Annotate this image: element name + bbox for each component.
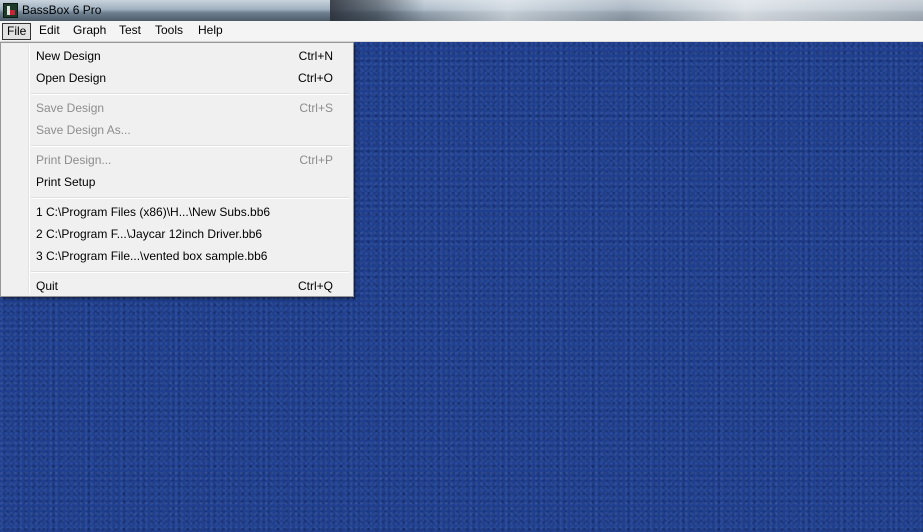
menu-item-quit[interactable]: Quit Ctrl+Q [3, 275, 351, 297]
menu-help[interactable]: Help [194, 23, 227, 40]
menu-item-save-design[interactable]: Save Design Ctrl+S [3, 97, 351, 119]
menu-item-label: Print Design... [36, 153, 112, 167]
menu-item-label: Quit [36, 279, 59, 293]
menu-item-label: 1 C:\Program Files (x86)\H...\New Subs.b… [36, 205, 271, 219]
menu-item-open-design[interactable]: Open Design Ctrl+O [3, 67, 351, 89]
window-title: BassBox 6 Pro [22, 3, 102, 17]
menu-item-label: Save Design [36, 101, 105, 115]
menu-item-shortcut: Ctrl+O [297, 71, 333, 85]
title-bar-background [330, 0, 923, 21]
menu-item-shortcut: Ctrl+S [299, 101, 333, 115]
menu-test[interactable]: Test [115, 23, 145, 40]
menu-item-shortcut: Ctrl+N [298, 49, 333, 63]
menu-item-save-design-as[interactable]: Save Design As... [3, 119, 351, 141]
title-bar: BassBox 6 Pro [0, 0, 923, 21]
menu-edit[interactable]: Edit [35, 23, 64, 40]
menu-separator [31, 197, 349, 199]
menu-item-new-design[interactable]: New Design Ctrl+N [3, 45, 351, 67]
menu-item-recent-file-3[interactable]: 3 C:\Program File...\vented box sample.b… [3, 245, 351, 267]
menu-file[interactable]: File [2, 23, 32, 40]
menu-tools[interactable]: Tools [151, 23, 187, 40]
menu-item-print-setup[interactable]: Print Setup [3, 171, 351, 193]
menu-item-recent-file-1[interactable]: 1 C:\Program Files (x86)\H...\New Subs.b… [3, 201, 351, 223]
menu-item-shortcut: Ctrl+Q [297, 279, 333, 293]
menu-item-label: Open Design [36, 71, 107, 85]
menu-bar: File Edit Graph Test Tools Help [0, 21, 923, 42]
menu-item-label: Print Setup [36, 175, 96, 189]
menu-item-label: 3 C:\Program File...\vented box sample.b… [36, 249, 268, 263]
menu-item-recent-file-2[interactable]: 2 C:\Program F...\Jaycar 12inch Driver.b… [3, 223, 351, 245]
menu-graph[interactable]: Graph [69, 23, 110, 40]
menu-separator [31, 145, 349, 147]
menu-item-label: 2 C:\Program F...\Jaycar 12inch Driver.b… [36, 227, 263, 241]
menu-item-label: Save Design As... [36, 123, 131, 137]
menu-item-shortcut: Ctrl+P [299, 153, 333, 167]
app-icon[interactable] [3, 3, 18, 18]
menu-separator [31, 93, 349, 95]
file-menu-dropdown: New Design Ctrl+N Open Design Ctrl+O Sav… [0, 42, 354, 297]
menu-separator [31, 271, 349, 273]
menu-item-print-design[interactable]: Print Design... Ctrl+P [3, 149, 351, 171]
menu-item-label: New Design [36, 49, 101, 63]
